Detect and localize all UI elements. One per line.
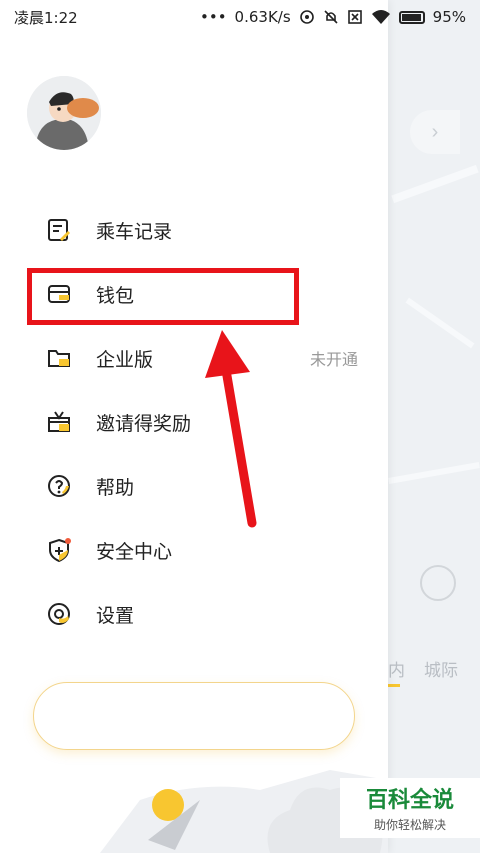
menu-label-settings: 设置 [96, 604, 135, 627]
network-speed: 0.63K/s [234, 8, 291, 26]
watermark-subtitle: 助你轻松解决 [373, 818, 446, 832]
map-tab-indicator [386, 684, 400, 687]
menu-item-invite[interactable]: 邀请得奖励 [0, 390, 388, 454]
ride-record-icon [46, 217, 72, 243]
highlight-box [27, 268, 299, 325]
menu-label-ride-record: 乘车记录 [96, 220, 173, 243]
menu-item-enterprise[interactable]: 企业版 未开通 [0, 326, 388, 390]
status-bar: 凌晨1:22 ••• 0.63K/s 95% [0, 0, 480, 34]
menu-label-invite: 邀请得奖励 [96, 412, 192, 435]
settings-icon [46, 601, 72, 627]
watermark: 百科全说 助你轻松解决 [340, 778, 480, 838]
decorative-illustration [0, 760, 388, 853]
more-dots-icon: ••• [200, 8, 227, 26]
status-time: 凌晨1:22 [14, 8, 78, 27]
promo-card[interactable] [33, 682, 355, 750]
mute-bell-icon [324, 10, 338, 24]
map-expand-button[interactable]: › [410, 110, 460, 154]
hotspot-icon [299, 10, 314, 24]
menu-item-security[interactable]: 安全中心 [0, 518, 388, 582]
locate-icon[interactable] [420, 565, 456, 601]
status-indicators: ••• 0.63K/s 95% [200, 8, 466, 26]
menu-item-ride-record[interactable]: 乘车记录 [0, 198, 388, 262]
shield-icon [46, 537, 72, 563]
enterprise-status: 未开通 [309, 350, 358, 369]
map-tab-local[interactable]: 内 [388, 656, 405, 681]
help-icon [46, 473, 72, 499]
folder-icon [46, 345, 72, 371]
no-sim-icon [347, 10, 362, 24]
gift-icon [46, 409, 72, 435]
battery-icon [398, 10, 425, 24]
battery-percent: 95% [432, 8, 466, 26]
menu-label-enterprise: 企业版 [96, 348, 154, 371]
menu-item-settings[interactable]: 设置 [0, 582, 388, 646]
menu-label-help: 帮助 [96, 476, 135, 499]
side-drawer: 乘车记录 钱包 企业版 未开通 邀请得奖励 帮助 安全中心 设置 [0, 0, 388, 853]
drawer-menu: 乘车记录 钱包 企业版 未开通 邀请得奖励 帮助 安全中心 设置 [0, 198, 388, 646]
user-avatar[interactable] [27, 76, 101, 150]
map-tab-intercity[interactable]: 城际 [424, 656, 458, 681]
watermark-title: 百科全说 [365, 788, 454, 813]
menu-label-security: 安全中心 [96, 540, 173, 563]
menu-item-help[interactable]: 帮助 [0, 454, 388, 518]
wifi-icon [371, 10, 390, 24]
